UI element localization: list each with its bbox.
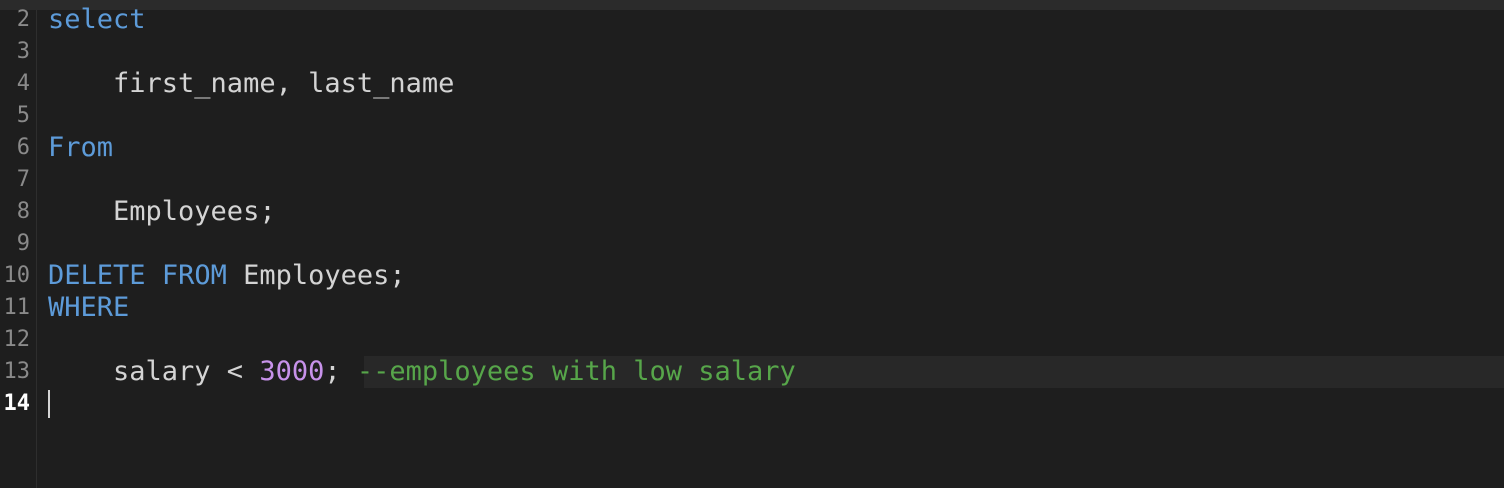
line-number: 9 [16,231,30,256]
code-text[interactable]: WHERE [48,292,129,324]
code-text[interactable]: first_name, last_name [48,68,454,100]
token-cmt: --employees with low salary [356,356,796,387]
code-line[interactable]: 9 [0,228,1504,260]
line-number: 12 [3,327,31,352]
code-line[interactable]: 5 [0,100,1504,132]
line-number: 13 [3,359,31,384]
code-line[interactable]: 4 first_name, last_name [0,68,1504,100]
token-num: 3000 [259,356,325,387]
code-line[interactable]: 10 DELETE FROM Employees; [0,260,1504,292]
line-number: 7 [16,167,30,192]
line-number: 4 [16,71,30,96]
code-line[interactable]: 3 [0,36,1504,68]
token-kw: FROM [161,260,227,291]
token-id: ; [324,356,357,387]
line-number: 11 [3,295,31,320]
code-text[interactable]: From [48,132,113,164]
line-number: 2 [16,7,30,32]
token-kw: select [48,4,146,35]
line-number: 10 [3,263,31,288]
token-kw: WHERE [48,292,130,323]
line-number: 5 [16,103,30,128]
token-kw: DELETE [48,260,146,291]
line-number: 3 [16,39,30,64]
token-id: Employees; [48,196,276,227]
code-text[interactable]: salary < 3000; --employees with low sala… [48,356,796,388]
token-kw: From [48,132,114,163]
code-line[interactable]: 7 [0,164,1504,196]
token-id [146,260,162,291]
line-number: 6 [16,135,30,160]
code-line[interactable]: 12 [0,324,1504,356]
token-id: Employees; [226,260,406,291]
text-cursor [48,390,50,418]
code-line[interactable]: 11 WHERE [0,292,1504,324]
code-text[interactable]: Employees; [48,196,276,228]
code-line[interactable]: 13 salary < 3000; --employees with low s… [0,356,1504,388]
line-number: 14 [3,391,31,416]
code-editor[interactable]: 2 select 3 4 first_name, last_name 5 6 From 7 8 … [0,0,1504,488]
code-line[interactable]: 8 Employees; [0,196,1504,228]
code-line[interactable]: 6 From [0,132,1504,164]
code-line[interactable]: 14 [0,388,1504,420]
code-line[interactable]: 2 select [0,4,1504,36]
token-id: first_name, last_name [48,68,455,99]
line-number: 8 [16,199,30,224]
code-text[interactable]: DELETE FROM Employees; [48,260,406,292]
token-id: salary < [48,356,260,387]
code-text[interactable]: select [48,4,146,36]
